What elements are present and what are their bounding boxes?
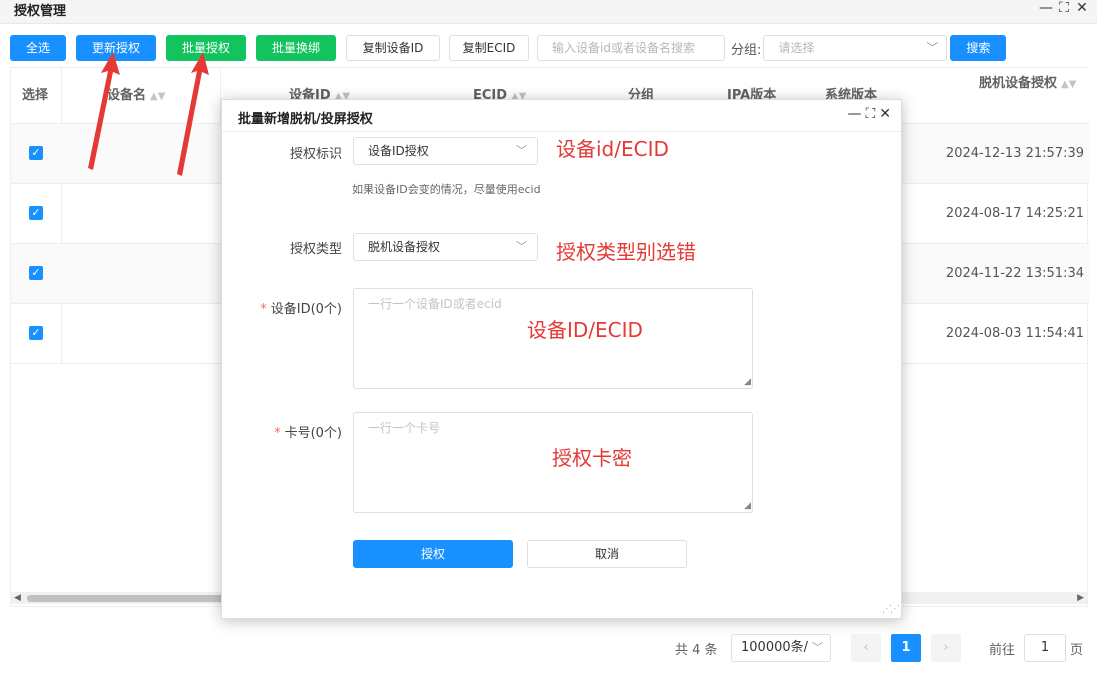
toolbar: 全选 更新授权 批量授权 批量换绑 复制设备ID 复制ECID 输入设备id或者…: [10, 35, 1007, 61]
scroll-left-icon[interactable]: ◀: [14, 592, 21, 604]
window-controls: — ⛶ ✕: [1039, 0, 1089, 16]
close-icon[interactable]: ✕: [1075, 0, 1089, 16]
prev-page-icon[interactable]: ‹: [851, 634, 881, 662]
auth-type-value: 脱机设备授权: [368, 240, 441, 254]
auth-identifier-label: 授权标识: [289, 147, 342, 162]
scroll-right-icon[interactable]: ▶: [1077, 592, 1084, 604]
current-page[interactable]: 1: [891, 634, 921, 662]
pagination: 共 4 条 100000条/ ﹀ ‹ 1 › 前往 1 页: [0, 632, 1097, 662]
modal-controls: — ⛶ ✕: [847, 106, 891, 122]
device-id-label-text: 设备ID(0个): [270, 302, 342, 317]
row-auth-date: 2024-12-13 21:57:39: [945, 146, 1084, 161]
auth-type-select[interactable]: 脱机设备授权 ﹀: [353, 233, 538, 261]
minimize-icon[interactable]: —: [1039, 0, 1053, 16]
annotation-device-id-input: 设备ID/ECID: [527, 318, 643, 342]
sort-icon[interactable]: ▲▼: [150, 91, 165, 102]
row-auth-date: 2024-08-17 14:25:21: [945, 206, 1084, 221]
maximize-icon[interactable]: ⛶: [865, 106, 875, 122]
batch-auth-modal: 批量新增脱机/投屏授权 — ⛶ ✕ 授权标识 设备ID授权 ﹀ 如果设备ID会变…: [221, 99, 902, 619]
page-size-select[interactable]: 100000条/ ﹀: [731, 634, 831, 662]
sort-icon[interactable]: ▲▼: [1061, 79, 1076, 90]
card-label-text: 卡号(0个): [284, 426, 342, 441]
window-title: 授权管理: [14, 4, 67, 19]
annotation-card-key: 授权卡密: [552, 446, 632, 470]
group-select[interactable]: 请选择 ﹀: [763, 35, 948, 61]
next-page-icon[interactable]: ›: [931, 634, 961, 662]
select-all-button[interactable]: 全选: [10, 35, 66, 61]
confirm-auth-button[interactable]: 授权: [353, 540, 513, 568]
copy-device-id-button[interactable]: 复制设备ID: [346, 35, 440, 61]
row-checkbox[interactable]: ✓: [29, 266, 43, 280]
search-input[interactable]: 输入设备id或者设备名搜索: [537, 35, 725, 61]
card-label: * 卡号(0个): [222, 422, 342, 441]
device-id-label: * 设备ID(0个): [222, 298, 342, 317]
auth-type-label: 授权类型: [289, 242, 342, 257]
required-mark: *: [274, 426, 281, 441]
modal-title: 批量新增脱机/投屏授权: [238, 112, 373, 127]
required-mark: *: [260, 302, 267, 317]
resize-grip-icon[interactable]: ◢: [744, 377, 751, 387]
goto-label: 前往: [989, 643, 1016, 658]
goto-page-input[interactable]: 1: [1024, 634, 1066, 662]
chevron-down-icon: ﹀: [516, 240, 527, 253]
annotation-device-id-ecid: 设备id/ECID: [556, 137, 669, 161]
auth-identifier-hint: 如果设备ID会变的情况，尽量使用ecid: [352, 183, 541, 196]
page-size-value: 100000条/: [741, 640, 809, 655]
group-select-placeholder: 请选择: [778, 41, 815, 55]
copy-ecid-button[interactable]: 复制ECID: [449, 35, 529, 61]
chevron-down-icon: ﹀: [926, 41, 939, 55]
scrollbar-thumb[interactable]: [27, 595, 227, 602]
annotation-arrow-batch-auth: [177, 52, 209, 176]
batch-rebind-button[interactable]: 批量换绑: [256, 35, 336, 61]
close-icon[interactable]: ✕: [879, 106, 891, 122]
auth-identifier-value: 设备ID授权: [368, 144, 429, 158]
annotation-arrow-update-auth: [88, 52, 120, 170]
card-placeholder: 一行一个卡号: [368, 421, 441, 435]
annotation-auth-type-warning: 授权类型别选错: [556, 240, 696, 264]
chevron-down-icon: ﹀: [516, 144, 527, 157]
row-auth-date: 2024-08-03 11:54:41: [945, 326, 1084, 341]
header-offline-auth[interactable]: 脱机设备授权 ▲▼: [979, 56, 1076, 112]
header-select: 选择: [22, 88, 49, 103]
chevron-down-icon: ﹀: [812, 641, 823, 654]
pagination-total: 共 4 条: [675, 643, 718, 658]
row-auth-date: 2024-11-22 13:51:34: [945, 266, 1084, 281]
modal-resize-grip-icon[interactable]: ⋰⋰: [882, 604, 900, 615]
minimize-icon[interactable]: —: [847, 106, 861, 122]
row-checkbox[interactable]: ✓: [29, 146, 43, 160]
group-label: 分组:: [731, 42, 762, 58]
cancel-button[interactable]: 取消: [527, 540, 687, 568]
auth-identifier-select[interactable]: 设备ID授权 ﹀: [353, 137, 538, 165]
modal-header: 批量新增脱机/投屏授权 — ⛶ ✕: [222, 100, 901, 132]
resize-grip-icon[interactable]: ◢: [744, 501, 751, 511]
device-id-placeholder: 一行一个设备ID或者ecid: [368, 297, 502, 311]
row-checkbox[interactable]: ✓: [29, 326, 43, 340]
page-suffix: 页: [1070, 643, 1084, 658]
maximize-icon[interactable]: ⛶: [1057, 0, 1071, 16]
header-offline-auth-label: 脱机设备授权: [979, 76, 1058, 91]
window-titlebar: 授权管理 — ⛶ ✕: [0, 0, 1097, 24]
row-checkbox[interactable]: ✓: [29, 206, 43, 220]
